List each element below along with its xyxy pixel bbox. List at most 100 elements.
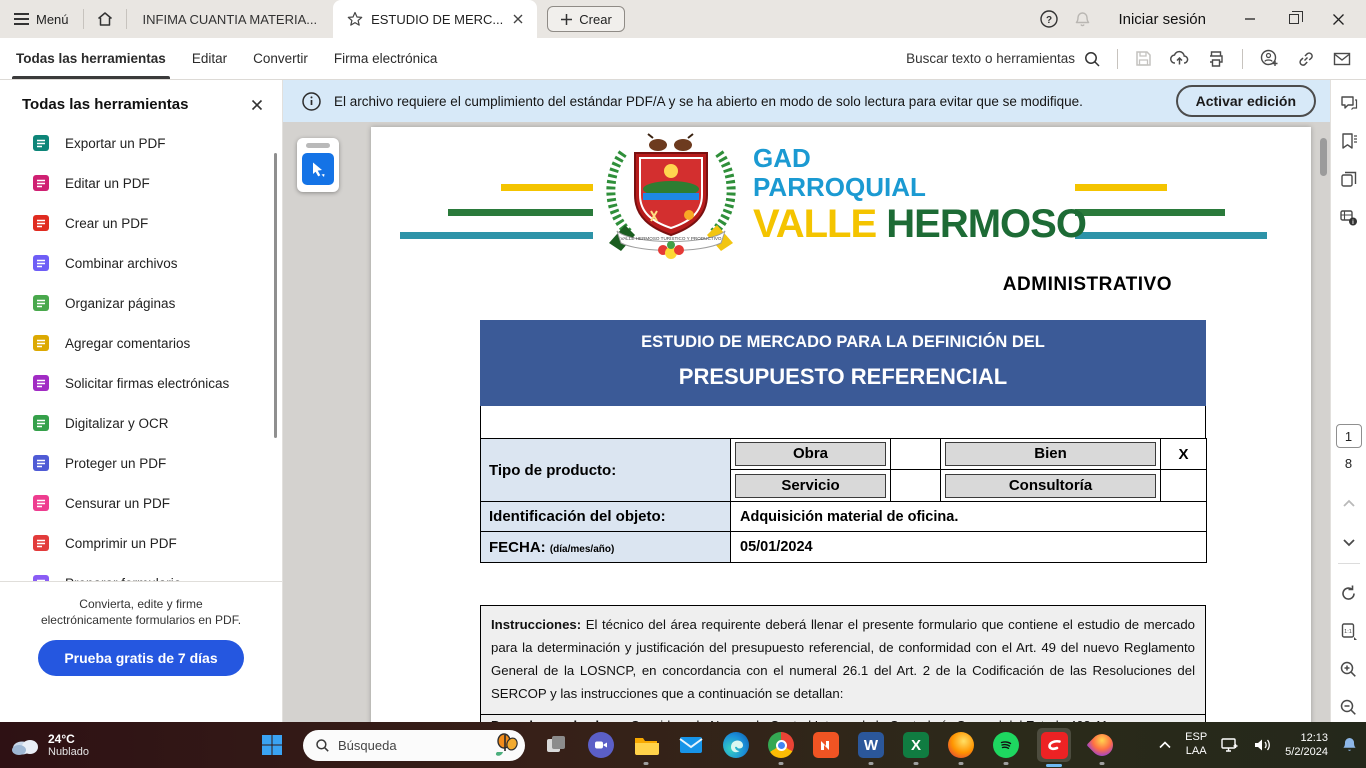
taskbar-search-label: Búsqueda [338, 738, 483, 753]
pdf-page: VALLE HERMOSO TURÍSTICO Y PRODUCTIVO GAD… [371, 127, 1311, 722]
drag-handle[interactable] [306, 143, 330, 148]
previous-page-button[interactable] [1335, 489, 1363, 519]
current-page-input[interactable]: 1 [1336, 424, 1362, 448]
share-link-button[interactable] [1296, 49, 1316, 69]
request-signature-button[interactable] [1259, 48, 1280, 69]
share-mail-button[interactable] [1332, 49, 1352, 69]
volume-icon[interactable] [1253, 737, 1272, 753]
document-viewport[interactable]: VALLE HERMOSO TURÍSTICO Y PRODUCTIVO GAD… [283, 122, 1330, 722]
notification-bell-icon[interactable] [1341, 736, 1358, 754]
tab-estudio-de-mercado[interactable]: ESTUDIO DE MERC... [333, 0, 537, 38]
panel-scrollbar[interactable] [274, 153, 277, 438]
restore-button[interactable] [1272, 0, 1316, 38]
word-button[interactable]: W [857, 731, 885, 759]
excel-icon: X [903, 732, 929, 758]
sidebar-item-digitalizar-ocr[interactable]: Digitalizar y OCR [0, 403, 282, 443]
sidebar-item-editar-pdf[interactable]: Editar un PDF [0, 163, 282, 203]
servicio-checkbox-cell[interactable] [891, 470, 941, 502]
sidebar-item-comprimir-pdf[interactable]: Comprimir un PDF [0, 523, 282, 563]
free-trial-button[interactable]: Prueba gratis de 7 días [38, 640, 243, 676]
home-button[interactable] [84, 0, 126, 38]
menu-button[interactable]: Menú [0, 0, 83, 38]
taskbar-search[interactable]: Búsqueda [303, 730, 525, 761]
rotate-icon [1339, 584, 1358, 603]
close-panel-icon[interactable] [250, 98, 264, 112]
tab-infima-cuantia[interactable]: INFIMA CUANTIA MATERIA... [127, 12, 334, 27]
language-indicator[interactable]: ESP LAA [1185, 731, 1207, 759]
edge-browser-button[interactable] [722, 731, 750, 759]
protect-pdf-icon [32, 454, 50, 472]
save-button[interactable] [1134, 49, 1153, 68]
create-tab-button[interactable]: Crear [547, 6, 625, 32]
logo-line-green-right [1075, 209, 1225, 216]
tab-convertir[interactable]: Convertir [253, 38, 308, 79]
excel-button[interactable]: X [902, 731, 930, 759]
minimize-button[interactable] [1228, 0, 1272, 38]
close-window-button[interactable] [1316, 0, 1360, 38]
sidebar-item-combinar-archivos[interactable]: Combinar archivos [0, 243, 282, 283]
active-tab-title: ESTUDIO DE MERC... [371, 12, 503, 27]
pdf-standards-button[interactable]: i [1335, 202, 1363, 232]
sidebar-item-agregar-comentarios[interactable]: Agregar comentarios [0, 323, 282, 363]
sidebar-item-label: Censurar un PDF [65, 496, 170, 511]
next-page-button[interactable] [1335, 527, 1363, 557]
chrome-browser-button[interactable] [767, 731, 795, 759]
page-thumbnails-button[interactable] [1335, 164, 1363, 194]
close-tab-icon[interactable] [511, 12, 525, 26]
nitro-pdf-button[interactable] [812, 731, 840, 759]
edit-pdf-icon [32, 174, 50, 192]
tray-chevron-up-icon[interactable] [1158, 740, 1172, 750]
obra-checkbox-cell[interactable] [891, 439, 941, 470]
sidebar-item-proteger-pdf[interactable]: Proteger un PDF [0, 443, 282, 483]
bien-checkbox-cell[interactable]: X [1161, 439, 1207, 470]
sidebar-item-exportar-pdf[interactable]: Exportar un PDF [0, 123, 282, 163]
clock-widget[interactable]: 12:13 5/2/2024 [1285, 731, 1328, 760]
tab-editar[interactable]: Editar [192, 38, 227, 79]
comments-panel-button[interactable] [1335, 88, 1363, 118]
sidebar-item-solicitar-firmas[interactable]: Solicitar firmas electrónicas [0, 363, 282, 403]
rotate-page-button[interactable] [1335, 578, 1363, 608]
print-button[interactable] [1206, 49, 1226, 69]
tools-panel-title: Todas las herramientas [22, 96, 188, 113]
page-fit-button[interactable]: 1:1 [1335, 616, 1363, 646]
select-tool-button[interactable] [302, 153, 334, 185]
logo-gad: GAD [753, 145, 1086, 171]
search-tools[interactable]: Buscar texto o herramientas [906, 50, 1101, 68]
file-explorer-button[interactable] [632, 731, 660, 759]
pdfa-banner: El archivo requiere el cumplimiento del … [283, 80, 1330, 122]
bien-cell: Bien [945, 442, 1156, 466]
fecha-value: 05/01/2024 [731, 532, 1207, 563]
bookmarks-panel-button[interactable] [1335, 126, 1363, 156]
sidebar-item-organizar-paginas[interactable]: Organizar páginas [0, 283, 282, 323]
help-button[interactable]: ? [1035, 5, 1063, 33]
consultoria-checkbox-cell[interactable] [1161, 470, 1207, 502]
chat-app-button[interactable] [587, 731, 615, 759]
zoom-in-icon [1339, 660, 1358, 679]
logo-wordmark: GAD PARROQUIAL VALLE HERMOSO [753, 145, 1086, 244]
sign-in-button[interactable]: Iniciar sesión [1102, 11, 1222, 28]
notifications-button[interactable] [1069, 6, 1096, 33]
acrobat-button[interactable] [1037, 728, 1071, 762]
mail-app-button[interactable] [677, 731, 705, 759]
logo-line-yellow-right [1075, 184, 1167, 191]
weather-widget[interactable]: 24°C Nublado [10, 722, 89, 768]
upload-cloud-button[interactable] [1169, 48, 1190, 69]
firefox-button[interactable] [947, 731, 975, 759]
enable-editing-button[interactable]: Activar edición [1176, 85, 1316, 117]
product-type-table: Tipo de producto: Obra Bien X Servicio C… [480, 438, 1207, 563]
sidebar-item-crear-pdf[interactable]: Crear un PDF [0, 203, 282, 243]
task-view-button[interactable] [542, 731, 570, 759]
chevron-down-icon [1341, 534, 1357, 550]
color-drop-app-button[interactable] [1088, 731, 1116, 759]
zoom-in-button[interactable] [1335, 654, 1363, 684]
document-scrollbar[interactable] [1320, 138, 1327, 176]
network-icon[interactable] [1220, 736, 1240, 754]
spotify-button[interactable] [992, 731, 1020, 759]
start-button[interactable] [258, 731, 286, 759]
zoom-out-button[interactable] [1335, 692, 1363, 722]
tab-todas-las-herramientas[interactable]: Todas las herramientas [16, 38, 166, 79]
sidebar-item-censurar-pdf[interactable]: Censurar un PDF [0, 483, 282, 523]
tab-firma-electronica[interactable]: Firma electrónica [334, 38, 438, 79]
star-icon[interactable] [347, 11, 363, 27]
sidebar-item-preparar-formulario[interactable]: Preparar formulario [0, 563, 282, 581]
